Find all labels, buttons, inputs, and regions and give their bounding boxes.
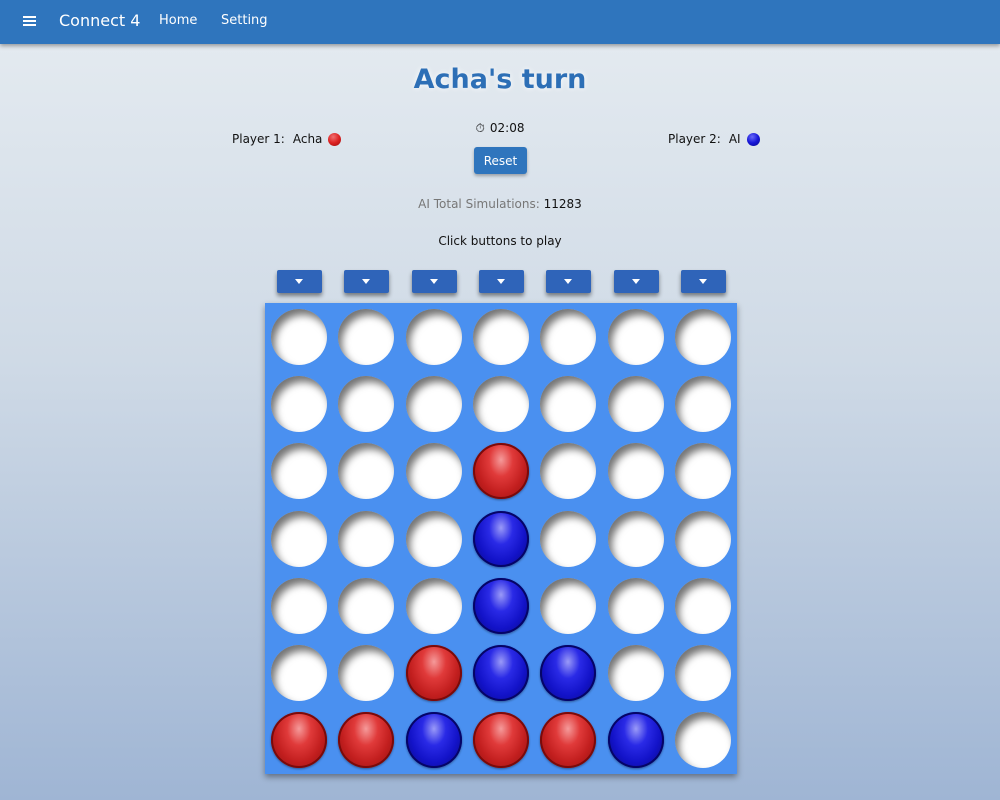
red-disc[interactable] [406, 645, 462, 701]
empty-slot[interactable] [540, 443, 596, 499]
red-disc[interactable] [271, 712, 327, 768]
empty-slot[interactable] [608, 443, 664, 499]
empty-slot[interactable] [540, 309, 596, 365]
game-timer: ⏱ 02:08 [0, 121, 1000, 136]
simulations-label: AI Total Simulations: [418, 197, 540, 211]
empty-slot[interactable] [540, 511, 596, 567]
empty-slot[interactable] [675, 645, 731, 701]
empty-slot[interactable] [271, 376, 327, 432]
drop-button-col-4[interactable] [479, 270, 524, 293]
navbar: Connect 4 Home Setting [0, 0, 1000, 44]
empty-slot[interactable] [608, 376, 664, 432]
drop-button-col-5[interactable] [546, 270, 591, 293]
blue-disc[interactable] [608, 712, 664, 768]
arrow-down-icon [295, 279, 303, 284]
blue-disc[interactable] [473, 511, 529, 567]
empty-slot[interactable] [675, 712, 731, 768]
red-disc[interactable] [473, 712, 529, 768]
empty-slot[interactable] [540, 578, 596, 634]
empty-slot[interactable] [271, 309, 327, 365]
empty-slot[interactable] [675, 511, 731, 567]
empty-slot[interactable] [406, 578, 462, 634]
game-board [265, 303, 737, 774]
empty-slot[interactable] [338, 511, 394, 567]
empty-slot[interactable] [675, 309, 731, 365]
red-disc[interactable] [338, 712, 394, 768]
empty-slot[interactable] [675, 376, 731, 432]
blue-disc[interactable] [473, 645, 529, 701]
arrow-down-icon [632, 279, 640, 284]
red-disc[interactable] [473, 443, 529, 499]
empty-slot[interactable] [338, 309, 394, 365]
drop-button-col-6[interactable] [614, 270, 659, 293]
empty-slot[interactable] [675, 443, 731, 499]
empty-slot[interactable] [406, 511, 462, 567]
arrow-down-icon [362, 279, 370, 284]
empty-slot[interactable] [675, 578, 731, 634]
empty-slot[interactable] [608, 511, 664, 567]
red-disc[interactable] [540, 712, 596, 768]
blue-disc[interactable] [406, 712, 462, 768]
blue-disc[interactable] [540, 645, 596, 701]
empty-slot[interactable] [406, 309, 462, 365]
ai-simulations: AI Total Simulations: 11283 [0, 197, 1000, 211]
empty-slot[interactable] [338, 578, 394, 634]
arrow-down-icon [699, 279, 707, 284]
arrow-down-icon [564, 279, 572, 284]
app-title[interactable]: Connect 4 [59, 11, 140, 30]
empty-slot[interactable] [271, 443, 327, 499]
simulations-value: 11283 [543, 197, 582, 211]
arrow-down-icon [430, 279, 438, 284]
empty-slot[interactable] [271, 578, 327, 634]
empty-slot[interactable] [338, 645, 394, 701]
empty-slot[interactable] [338, 376, 394, 432]
hamburger-icon[interactable] [23, 16, 36, 26]
play-hint: Click buttons to play [438, 234, 562, 248]
empty-slot[interactable] [473, 376, 529, 432]
arrow-down-icon [497, 279, 505, 284]
empty-slot[interactable] [271, 511, 327, 567]
drop-button-col-3[interactable] [412, 270, 457, 293]
empty-slot[interactable] [271, 645, 327, 701]
empty-slot[interactable] [406, 376, 462, 432]
reset-button[interactable]: Reset [474, 147, 527, 174]
empty-slot[interactable] [406, 443, 462, 499]
empty-slot[interactable] [608, 309, 664, 365]
stopwatch-icon: ⏱ [475, 121, 485, 135]
empty-slot[interactable] [473, 309, 529, 365]
empty-slot[interactable] [608, 645, 664, 701]
timer-value: 02:08 [489, 121, 525, 135]
empty-slot[interactable] [608, 578, 664, 634]
turn-title: Acha's turn [413, 64, 587, 95]
nav-link-setting[interactable]: Setting [221, 13, 268, 28]
drop-button-col-1[interactable] [277, 270, 322, 293]
drop-button-col-2[interactable] [344, 270, 389, 293]
empty-slot[interactable] [338, 443, 394, 499]
drop-button-col-7[interactable] [681, 270, 726, 293]
nav-link-home[interactable]: Home [159, 13, 197, 28]
empty-slot[interactable] [540, 376, 596, 432]
blue-disc[interactable] [473, 578, 529, 634]
